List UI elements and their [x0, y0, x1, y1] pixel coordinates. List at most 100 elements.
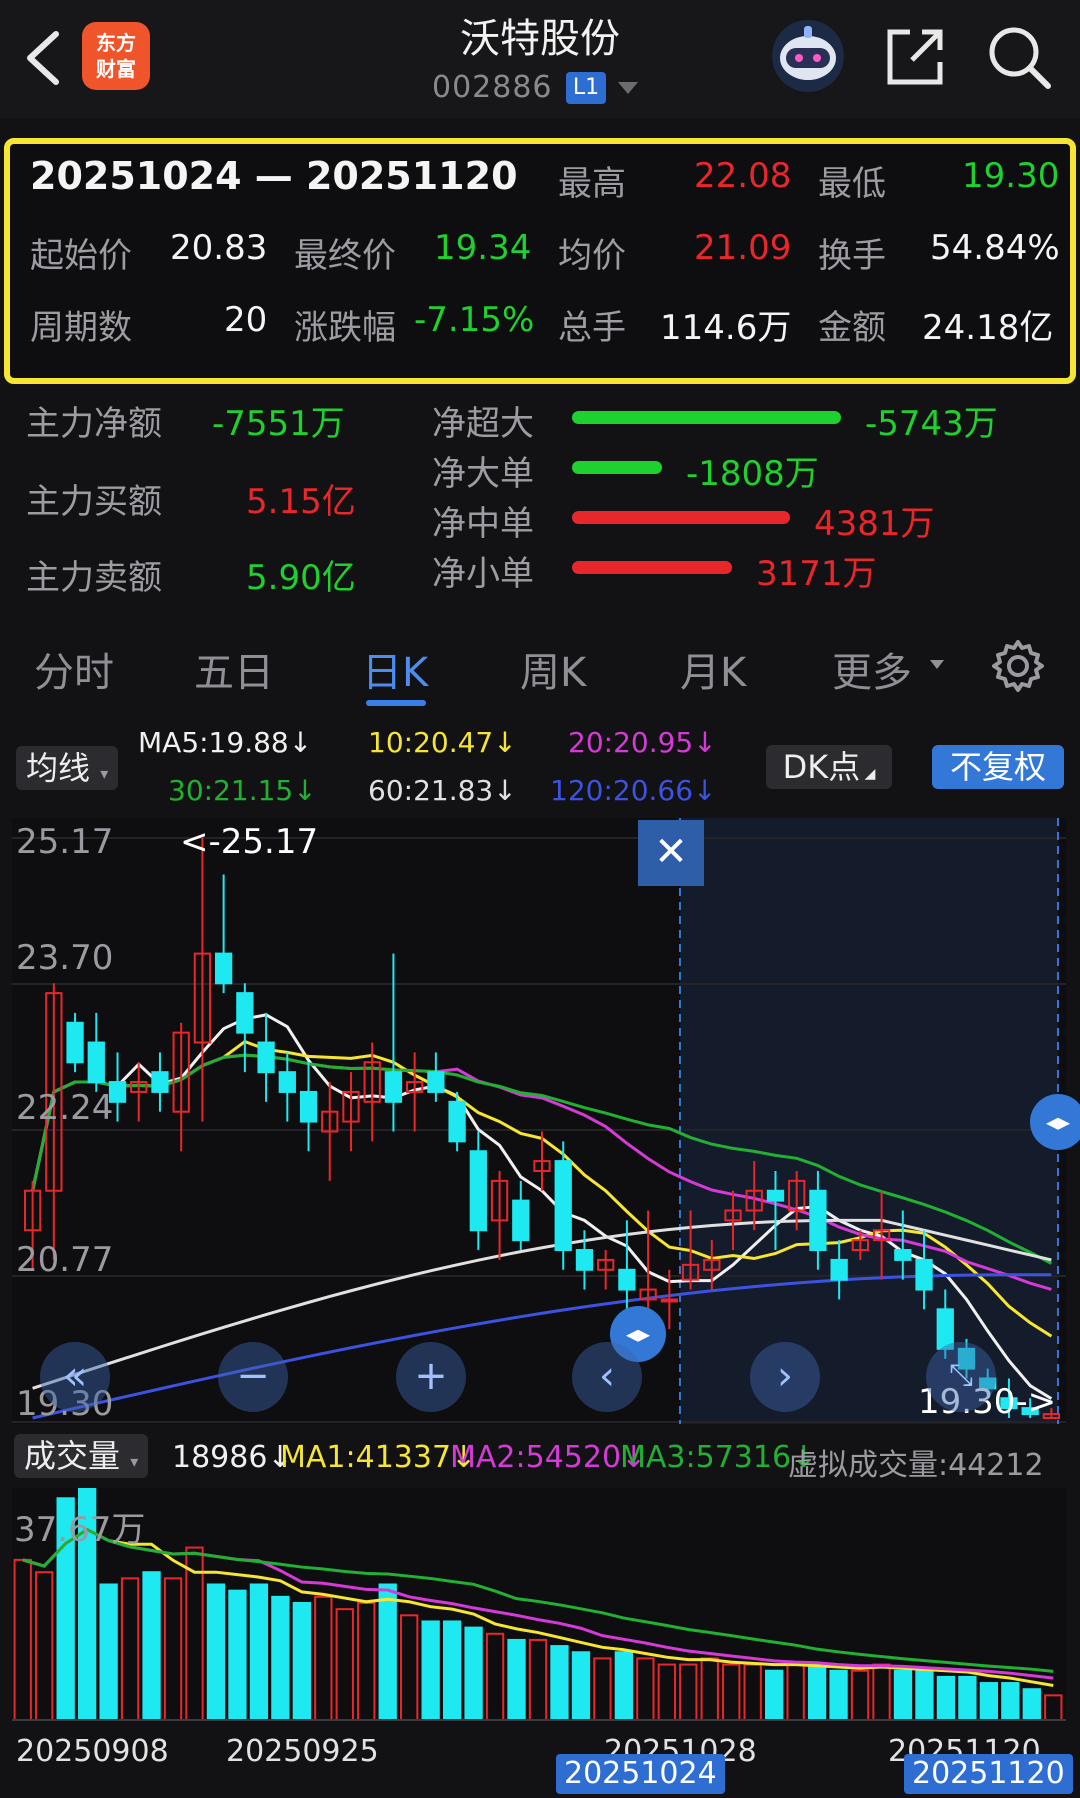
adjust-button[interactable]: 不复权 — [932, 745, 1064, 789]
main-net-label: 主力净额 — [26, 404, 162, 444]
volume-bar-10 — [228, 1589, 247, 1722]
volume-bar-26 — [571, 1651, 591, 1721]
fund-flow-value-2: 4381万 — [814, 504, 935, 544]
dk-point-button[interactable]: DK点 ◢ — [766, 745, 892, 789]
candle-body-21 — [469, 1150, 487, 1232]
volume-bar-43 — [936, 1675, 956, 1721]
scroll-start-icon[interactable]: « — [40, 1342, 110, 1412]
volume-bar-25 — [550, 1645, 569, 1721]
price-axis-label-2: 23.70 — [16, 938, 114, 978]
range-start-date: 20251024 — [556, 1754, 725, 1794]
open-value: 20.83 — [170, 228, 268, 268]
fullscreen-icon[interactable]: ⤡ — [926, 1342, 996, 1412]
candle-body-13 — [299, 1090, 318, 1123]
scroll-left-icon[interactable]: ‹ — [572, 1342, 642, 1412]
ma60-value: 60:21.83↓ — [368, 774, 517, 807]
search-icon[interactable] — [986, 24, 1052, 90]
share-icon[interactable] — [884, 24, 948, 88]
main-buy-value: 5.15亿 — [246, 482, 356, 522]
volume-current: 18986↓ — [172, 1440, 293, 1475]
candle-body-28 — [618, 1268, 636, 1291]
volume-bar-6 — [142, 1571, 161, 1721]
ma-selector[interactable]: 均线 ▾ — [16, 746, 119, 790]
fund-flow-label-0: 净超大 — [432, 404, 534, 444]
tab-intraday[interactable]: 分时 — [34, 640, 114, 698]
volume-selector-label: 成交量 — [24, 1437, 121, 1475]
candle-body-19 — [427, 1071, 445, 1093]
zoom-out-icon[interactable]: − — [218, 1342, 288, 1412]
volume-label: 总手 — [558, 308, 626, 348]
zoom-in-icon[interactable]: + — [396, 1342, 466, 1412]
selected-range-shade — [679, 818, 1058, 1424]
avg-value: 21.09 — [694, 228, 792, 268]
price-axis-label-3: 22.24 — [16, 1088, 114, 1128]
fund-flow-bar-0 — [572, 411, 841, 424]
volume-chart[interactable] — [0, 1488, 1080, 1728]
robot-assistant-icon[interactable] — [770, 18, 846, 94]
candle-body-3 — [87, 1041, 105, 1084]
volume-bar-19 — [421, 1620, 440, 1722]
volume-bar-11 — [249, 1583, 269, 1721]
candle-body-20 — [448, 1100, 466, 1143]
candle-body-26 — [575, 1249, 594, 1271]
tab-five-day[interactable]: 五日 — [194, 640, 274, 698]
volume-bar-17 — [378, 1583, 397, 1721]
close-range-icon[interactable]: ✕ — [638, 820, 704, 886]
amount-value: 24.18亿 — [922, 308, 1054, 348]
tab-more[interactable]: 更多 — [832, 640, 912, 698]
turnover-label: 换手 — [818, 236, 886, 276]
candle-body-37 — [809, 1189, 827, 1252]
fund-flow-bar-3 — [572, 561, 732, 574]
volume-bar-45 — [979, 1682, 999, 1721]
dk-label: DK点 — [782, 748, 861, 786]
candle-body-12 — [278, 1071, 296, 1093]
amount-label: 金额 — [818, 308, 886, 348]
fund-flow-value-0: -5743万 — [865, 404, 998, 444]
candle-body-35 — [766, 1189, 785, 1202]
main-net-value: -7551万 — [212, 404, 345, 444]
tab-daily-k[interactable]: 日K — [362, 640, 428, 698]
volume-bar-4 — [99, 1583, 118, 1721]
high-label: 最高 — [558, 164, 626, 204]
low-label: 最低 — [818, 164, 886, 204]
price-axis-label-4: 20.77 — [16, 1240, 114, 1280]
fund-flow-label-3: 净小单 — [432, 554, 534, 594]
main-sell-value: 5.90亿 — [246, 558, 356, 598]
candle-body-2 — [66, 1021, 84, 1064]
main-sell-label: 主力卖额 — [26, 558, 162, 598]
open-label: 起始价 — [30, 236, 132, 276]
volume-bar-42 — [915, 1669, 934, 1722]
fund-flow-bar-2 — [572, 511, 790, 524]
header: 东方 财富 沃特股份 002886 L1 — [0, 0, 1080, 118]
date-label-1: 20250908 — [16, 1734, 169, 1769]
volume-selector[interactable]: 成交量 ▾ — [14, 1434, 149, 1478]
volume-bar-23 — [507, 1638, 526, 1722]
range-end-date: 20251120 — [904, 1754, 1073, 1794]
candle-body-38 — [830, 1258, 848, 1281]
range-end-handle-icon[interactable]: ◂▸ — [1030, 1094, 1080, 1150]
fund-flow-value-3: 3171万 — [756, 554, 877, 594]
ma-selector-caret-icon: ▾ — [100, 764, 109, 783]
candlestick-chart[interactable] — [0, 818, 1080, 1424]
candle-body-25 — [554, 1160, 572, 1252]
tab-weekly-k[interactable]: 周K — [520, 640, 586, 698]
stock-code: 002886 — [432, 70, 553, 105]
ma10-value: 10:20.47↓ — [368, 726, 517, 759]
chevron-down-icon[interactable] — [618, 82, 638, 94]
volume-ma3: MA3:57316↓ — [620, 1440, 817, 1475]
volume-bar-47 — [1022, 1688, 1041, 1722]
avg-label: 均价 — [558, 236, 626, 276]
settings-gear-icon[interactable] — [990, 638, 1046, 694]
scroll-right-icon[interactable]: › — [750, 1342, 820, 1412]
ma20-value: 20:20.95↓ — [568, 726, 717, 759]
periods-value: 20 — [224, 300, 268, 340]
volume-bar-35 — [765, 1669, 784, 1722]
change-label: 涨跌幅 — [294, 308, 396, 348]
tab-monthly-k[interactable]: 月K — [680, 640, 746, 698]
volume-value: 114.6万 — [660, 308, 792, 348]
periods-label: 周期数 — [30, 308, 132, 348]
fund-flow-label-1: 净大单 — [432, 454, 534, 494]
volume-bar-20 — [442, 1620, 462, 1722]
period-range: 20251024 — 20251120 — [30, 154, 518, 198]
level-badge[interactable]: L1 — [566, 72, 606, 104]
